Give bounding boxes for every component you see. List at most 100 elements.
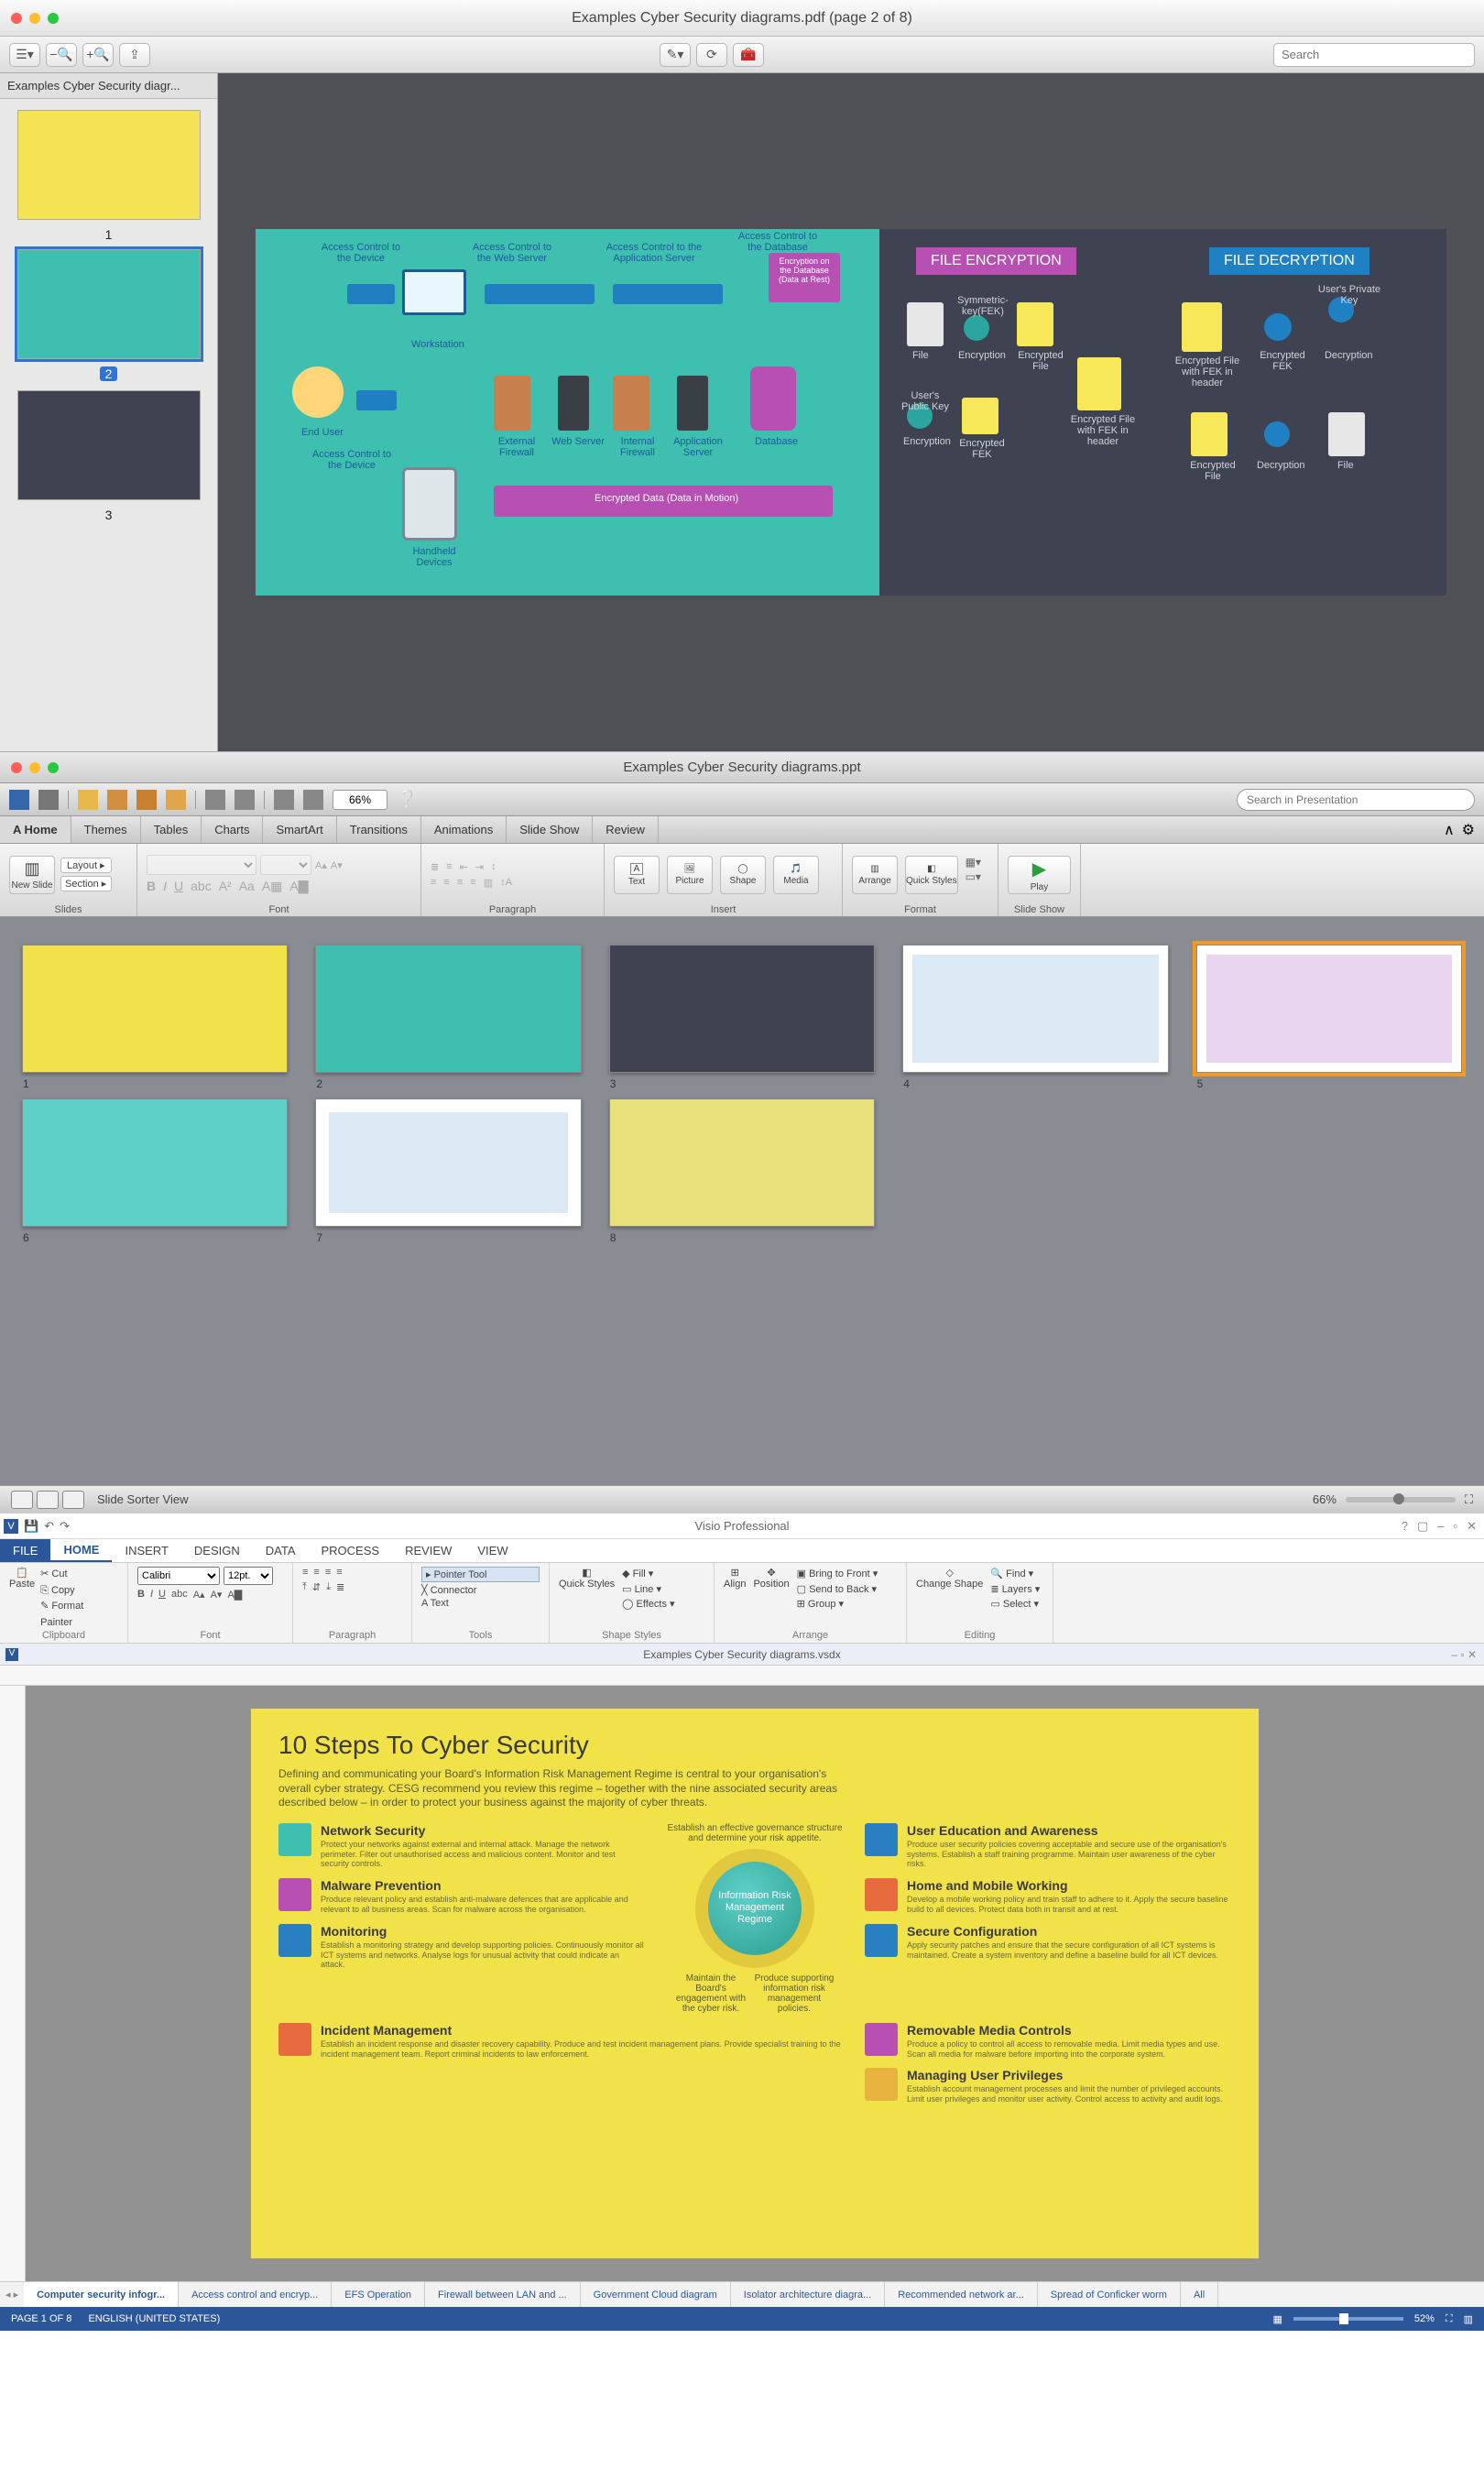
- thumbnail[interactable]: [17, 110, 201, 220]
- share-button[interactable]: ⇪: [119, 43, 150, 67]
- highlight-button[interactable]: A▦: [262, 879, 283, 894]
- sorter-view-button[interactable]: [37, 1491, 59, 1509]
- tab-home[interactable]: A Home: [0, 816, 71, 843]
- zoom-slider[interactable]: [1346, 1497, 1456, 1503]
- change-shape-button[interactable]: ◇Change Shape: [916, 1567, 983, 1612]
- gear-icon[interactable]: ⚙: [1462, 821, 1475, 839]
- bullets[interactable]: ≣: [336, 1581, 344, 1593]
- maximize-icon[interactable]: ▫: [1453, 1519, 1457, 1534]
- tab-tables[interactable]: Tables: [141, 816, 202, 843]
- thumbnail[interactable]: [17, 249, 201, 359]
- tab-charts[interactable]: Charts: [202, 816, 263, 843]
- fill-button[interactable]: ▦▾: [966, 856, 981, 869]
- line-button[interactable]: ▭ Line ▾: [622, 1582, 674, 1598]
- align-button[interactable]: ⊞Align: [724, 1567, 746, 1612]
- indent-inc-button[interactable]: ⇥: [475, 861, 484, 873]
- slide-thumb[interactable]: 7: [315, 1098, 581, 1227]
- tab-design[interactable]: DESIGN: [181, 1539, 253, 1562]
- strikethrough-button[interactable]: abc: [191, 879, 212, 894]
- sheet-tab[interactable]: Isolator architecture diagra...: [731, 2282, 885, 2307]
- minimize-icon[interactable]: [29, 13, 40, 24]
- bold-button[interactable]: B: [137, 1589, 145, 1601]
- zoom-icon[interactable]: [48, 13, 59, 24]
- columns-button[interactable]: ▥: [484, 877, 493, 889]
- pan-zoom-icon[interactable]: ▥: [1464, 2313, 1473, 2325]
- search-input[interactable]: [1237, 789, 1475, 811]
- slide-thumb[interactable]: 6: [22, 1098, 288, 1227]
- font-name-select[interactable]: Calibri: [137, 1567, 220, 1585]
- redo-icon[interactable]: [235, 790, 255, 810]
- tab-file[interactable]: FILE: [0, 1539, 50, 1562]
- annotate-button[interactable]: 🧰: [733, 43, 764, 67]
- sheet-tab[interactable]: Firewall between LAN and ...: [425, 2282, 581, 2307]
- slide-thumb[interactable]: 1: [22, 945, 288, 1073]
- help-icon[interactable]: ?: [1402, 1519, 1408, 1534]
- tab-insert[interactable]: INSERT: [112, 1539, 180, 1562]
- paste-icon[interactable]: [136, 790, 157, 810]
- font-size-select[interactable]: [260, 855, 311, 875]
- picture-button[interactable]: 🖼Picture: [667, 856, 713, 894]
- cut-button[interactable]: ✂ Cut: [40, 1567, 118, 1583]
- slide-thumb[interactable]: 4: [902, 945, 1168, 1073]
- copy-icon[interactable]: [107, 790, 127, 810]
- find-button[interactable]: 🔍 Find ▾: [990, 1567, 1040, 1582]
- justify-button[interactable]: ≡: [470, 877, 475, 889]
- sheet-tab[interactable]: Government Cloud diagram: [581, 2282, 731, 2307]
- bold-button[interactable]: B: [147, 879, 156, 894]
- zoom-icon[interactable]: [48, 762, 59, 773]
- ribbon-options-icon[interactable]: ▢: [1417, 1519, 1428, 1534]
- group-button[interactable]: ⊞ Group ▾: [797, 1597, 878, 1612]
- mid-align[interactable]: ⇵: [312, 1581, 321, 1593]
- numbering-button[interactable]: ≡: [446, 861, 452, 873]
- line-spacing-button[interactable]: ↕: [491, 861, 496, 873]
- italic-button[interactable]: I: [163, 879, 167, 894]
- format-painter-button[interactable]: ✎ Format Painter: [40, 1599, 118, 1631]
- bot-align[interactable]: ⤓: [326, 1581, 331, 1593]
- indent-dec-button[interactable]: ⇤: [460, 861, 468, 873]
- effects-button[interactable]: ◯ Effects ▾: [622, 1597, 674, 1612]
- align-left-button[interactable]: ≡: [431, 877, 436, 889]
- tab-transitions[interactable]: Transitions: [337, 816, 421, 843]
- grow-font-icon[interactable]: A▴: [315, 859, 327, 871]
- save-icon[interactable]: 💾: [24, 1519, 38, 1534]
- slide-thumb[interactable]: 5: [1196, 945, 1462, 1073]
- copy-button[interactable]: ⎘ Copy: [40, 1583, 118, 1600]
- select-button[interactable]: ▭ Select ▾: [990, 1597, 1040, 1612]
- pointer-tool-button[interactable]: ▸ Pointer Tool: [421, 1567, 540, 1582]
- tab-smartart[interactable]: SmartArt: [263, 816, 336, 843]
- slide-thumb[interactable]: 3: [609, 945, 875, 1073]
- close-icon[interactable]: [11, 13, 22, 24]
- tab-review[interactable]: Review: [593, 816, 659, 843]
- arrange-button[interactable]: ▥Arrange: [852, 856, 898, 894]
- sheet-tab[interactable]: Spread of Conficker worm: [1038, 2282, 1181, 2307]
- quick-styles-button[interactable]: ◧Quick Styles: [559, 1567, 615, 1612]
- align-right[interactable]: ≡: [325, 1567, 331, 1578]
- undo-icon[interactable]: [205, 790, 225, 810]
- tab-data[interactable]: DATA: [253, 1539, 309, 1562]
- zoom-in-button[interactable]: +🔍: [82, 43, 114, 67]
- thumbnail[interactable]: [17, 390, 201, 500]
- close-icon[interactable]: [11, 762, 22, 773]
- fit-page-icon[interactable]: ⛶: [1446, 2313, 1453, 2325]
- font-color-button[interactable]: A▇: [227, 1589, 242, 1601]
- layers-button[interactable]: ≣ Layers ▾: [990, 1582, 1040, 1598]
- markup-button[interactable]: ✎▾: [660, 43, 691, 67]
- italic-button[interactable]: I: [150, 1589, 153, 1601]
- strike-button[interactable]: abc: [171, 1589, 188, 1601]
- presentation-mode-icon[interactable]: ▦: [1272, 2313, 1282, 2325]
- align-right-button[interactable]: ≡: [457, 877, 463, 889]
- slide-thumb[interactable]: 2: [315, 945, 581, 1073]
- rotate-button[interactable]: ⟳: [696, 43, 727, 67]
- position-button[interactable]: ✥Position: [753, 1567, 789, 1612]
- font-size-dec[interactable]: A▾: [211, 1589, 223, 1601]
- drawing-canvas[interactable]: 10 Steps To Cyber Security Defining and …: [26, 1686, 1484, 2281]
- tab-themes[interactable]: Themes: [71, 816, 141, 843]
- font-size-inc[interactable]: A▴: [193, 1589, 205, 1601]
- collapse-ribbon-icon[interactable]: ∧: [1444, 821, 1455, 839]
- format-painter-icon[interactable]: [166, 790, 186, 810]
- tab-slideshow[interactable]: Slide Show: [507, 816, 593, 843]
- text-button[interactable]: AText: [614, 856, 660, 894]
- insert-icon[interactable]: [274, 790, 294, 810]
- justify[interactable]: ≡: [336, 1567, 342, 1578]
- cut-icon[interactable]: [78, 790, 98, 810]
